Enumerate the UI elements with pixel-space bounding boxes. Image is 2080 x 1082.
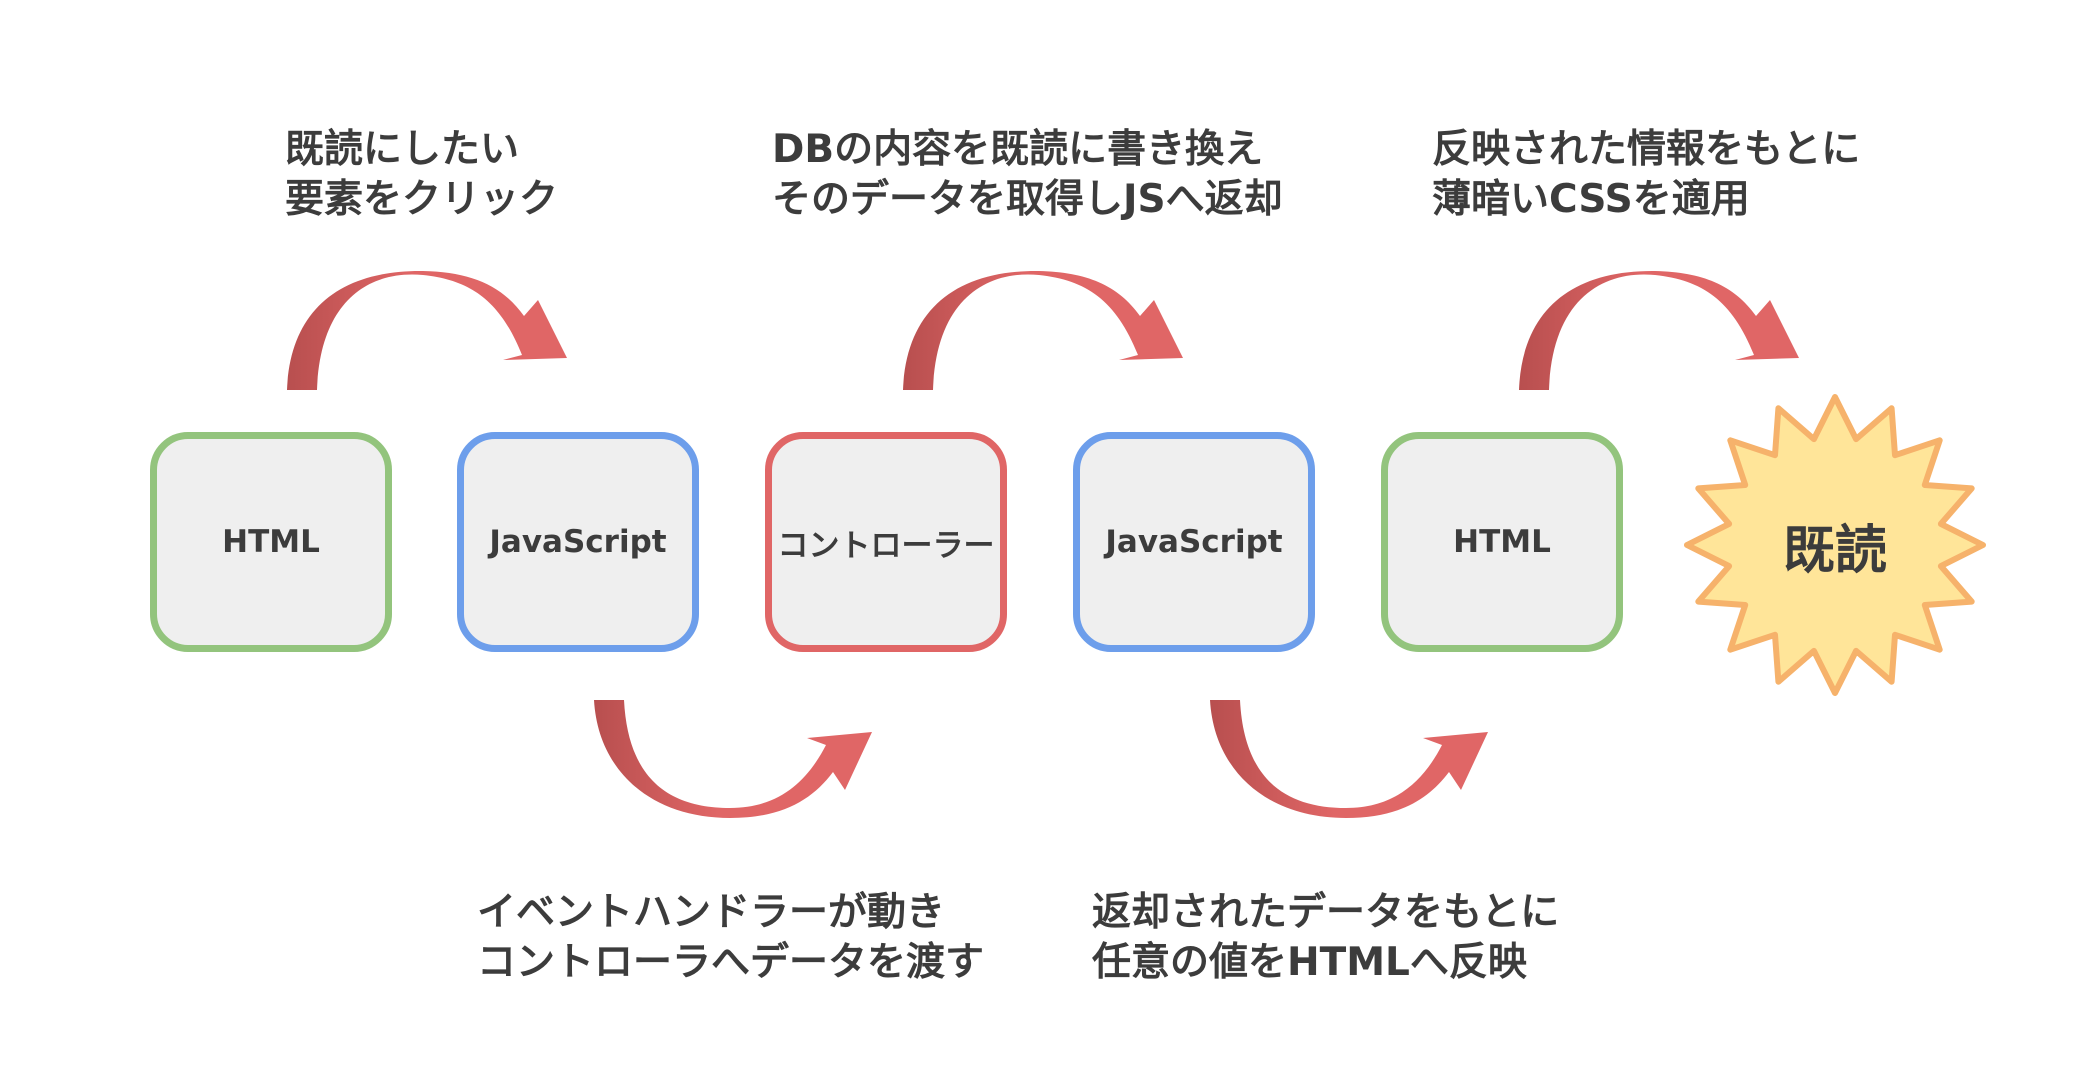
caption-step2-line1: イベントハンドラーが動き	[477, 890, 946, 935]
caption-step3-line2: そのデータを取得しJSへ返却	[772, 177, 1283, 222]
node-javascript-2-label: JavaScript	[1105, 524, 1283, 560]
node-html-2-label: HTML	[1453, 524, 1551, 560]
caption-step1: 既読にしたい 要素をクリック	[285, 125, 558, 225]
caption-step2-line2: コントローラへデータを渡す	[477, 940, 985, 985]
arrow-step2	[594, 700, 872, 818]
caption-step5: 反映された情報をもとに 薄暗いCSSを適用	[1432, 125, 1860, 225]
caption-step4-line1: 返却されたデータをもとに	[1092, 890, 1560, 935]
caption-step4-line2: 任意の値をHTMLへ反映	[1092, 940, 1527, 985]
node-javascript-1: JavaScript	[457, 432, 699, 652]
node-controller: コントローラー	[765, 432, 1007, 652]
caption-step5-line2: 薄暗いCSSを適用	[1432, 177, 1750, 222]
arrow-step4	[1210, 700, 1488, 818]
arrow-step3	[903, 270, 1183, 390]
caption-step4: 返却されたデータをもとに 任意の値をHTMLへ反映	[1092, 888, 1559, 988]
caption-step3-line1: DBの内容を既読に書き換え	[772, 127, 1264, 172]
result-label: 既読	[1782, 520, 1887, 581]
node-html-1-label: HTML	[222, 524, 320, 560]
node-html-2: HTML	[1381, 432, 1623, 652]
caption-step3: DBの内容を既読に書き換え そのデータを取得しJSへ返却	[772, 125, 1283, 225]
node-javascript-2: JavaScript	[1073, 432, 1315, 652]
arrow-step1	[287, 270, 567, 390]
node-html-1: HTML	[150, 432, 392, 652]
node-javascript-1-label: JavaScript	[489, 524, 667, 560]
caption-step1-line2: 要素をクリック	[285, 177, 559, 222]
caption-step1-line1: 既読にしたい	[285, 127, 520, 172]
caption-step2: イベントハンドラーが動き コントローラへデータを渡す	[477, 888, 984, 988]
arrow-step5	[1519, 270, 1799, 390]
node-controller-label: コントローラー	[777, 527, 995, 564]
caption-step5-line1: 反映された情報をもとに	[1432, 127, 1861, 172]
